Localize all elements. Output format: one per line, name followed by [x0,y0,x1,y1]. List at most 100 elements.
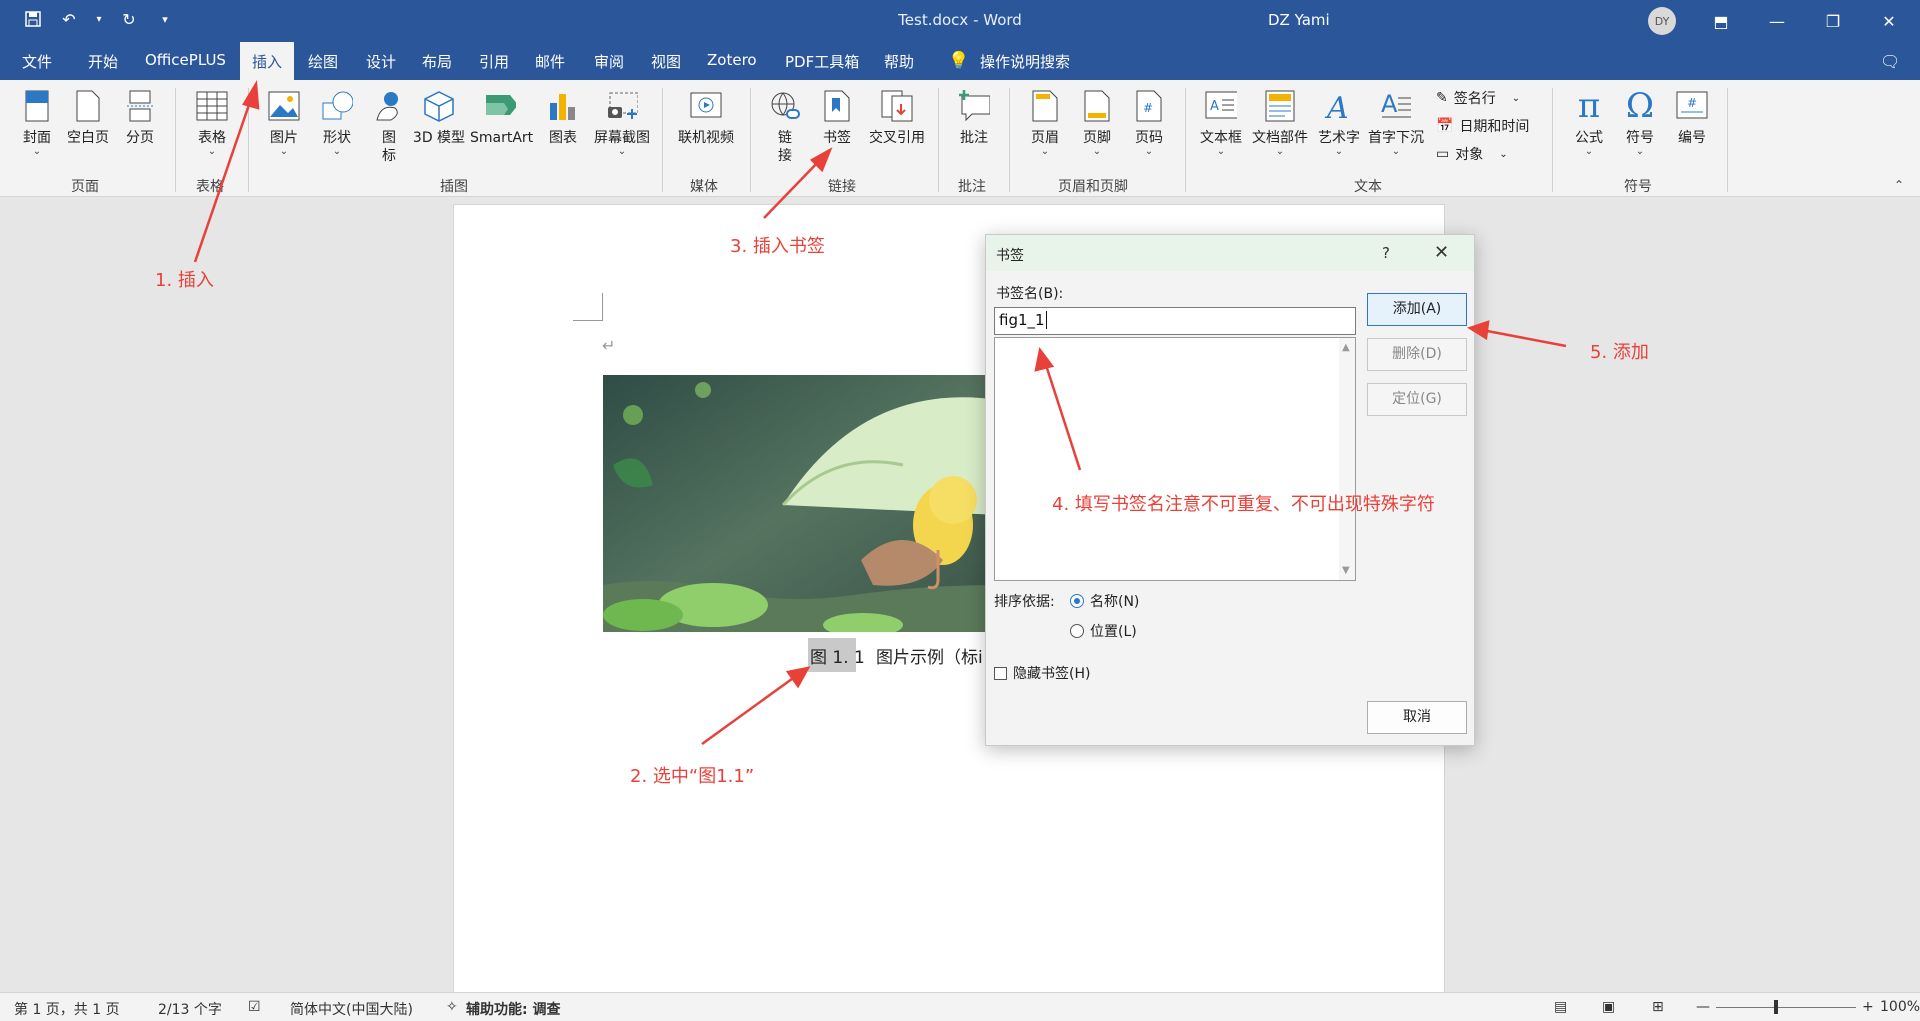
delete-button[interactable]: 删除(D) [1367,338,1467,371]
document-image[interactable] [603,375,999,632]
accessibility-status[interactable]: 辅助功能: 调查 [466,999,560,1019]
tab-zotero[interactable]: Zotero [707,51,757,69]
bookmark-name-input[interactable]: fig1_1 [994,307,1356,335]
scroll-down-icon[interactable]: ▼ [1342,565,1350,576]
tab-references[interactable]: 引用 [479,51,509,72]
group-label-symbols: 符号 [1624,179,1652,195]
avatar[interactable]: DY [1648,7,1676,35]
smartart-icon [484,86,516,126]
tab-design[interactable]: 设计 [366,51,396,72]
scroll-up-icon[interactable]: ▲ [1342,342,1350,353]
svg-text:#: # [1687,96,1697,110]
group-label-media: 媒体 [690,179,718,195]
tell-me-search[interactable]: 操作说明搜索 [980,51,1070,72]
tab-draw[interactable]: 绘图 [308,51,338,72]
quick-parts-button[interactable]: 文档部件 ⌄ [1250,86,1310,157]
goto-button[interactable]: 定位(G) [1367,383,1467,416]
chart-button[interactable]: 图表 [536,86,590,147]
tab-help[interactable]: 帮助 [884,51,914,72]
bookmark-name-label: 书签名(B): [996,286,1064,302]
sort-by-name-radio[interactable]: 名称(N) [1070,591,1139,611]
tab-pdf-toolbox[interactable]: PDF工具箱 [785,51,859,72]
add-button[interactable]: 添加(A) [1367,293,1467,326]
date-time-button[interactable]: 📅 日期和时间 [1436,116,1529,136]
sort-by-position-radio[interactable]: 位置(L) [1070,621,1137,641]
word-count[interactable]: 2/13 个字 [158,999,222,1019]
group-label-links: 链接 [828,179,856,195]
tab-view[interactable]: 视图 [651,51,681,72]
zoom-slider-thumb[interactable] [1774,1000,1778,1014]
icons-button[interactable]: 图标 [362,86,416,165]
shapes-button[interactable]: 形状 ⌄ [310,86,364,157]
link-button[interactable]: 链接 [758,86,812,165]
restore-icon[interactable]: ❐ [1818,8,1848,34]
cancel-button[interactable]: 取消 [1367,701,1467,734]
page-count[interactable]: 第 1 页，共 1 页 [14,999,120,1019]
zoom-slider[interactable] [1716,1007,1856,1008]
tab-review[interactable]: 审阅 [594,51,624,72]
smartart-button[interactable]: SmartArt [470,86,533,147]
zoom-level[interactable]: 100% [1880,999,1920,1015]
equation-button[interactable]: π 公式 ⌄ [1562,86,1616,157]
hidden-bookmarks-checkbox[interactable]: 隐藏书签(H) [994,663,1090,683]
web-layout-icon[interactable]: ⊞ [1652,999,1664,1015]
radio-unselected-icon [1070,624,1084,638]
page-break-button[interactable]: 分页 [113,86,167,147]
group-label-pages: 页面 [71,179,99,195]
svg-text:#: # [1143,101,1153,115]
blank-page-button[interactable]: 空白页 [61,86,115,147]
proofing-icon[interactable]: ☑ [248,999,261,1015]
language-status[interactable]: 简体中文(中国大陆) [290,999,413,1019]
minimize-icon[interactable]: — [1762,8,1792,34]
user-name[interactable]: DZ Yami [1268,11,1330,29]
cube-icon [423,86,455,126]
read-mode-icon[interactable]: ▤ [1554,999,1567,1015]
collapse-ribbon-icon[interactable]: ⌃ [1894,178,1904,192]
text-box-button[interactable]: A 文本框 ⌄ [1194,86,1248,157]
ribbon-display-icon[interactable]: ⬒ [1706,8,1736,34]
dialog-title-bar[interactable]: 书签 ? ✕ [986,235,1474,271]
cover-page-button[interactable]: 封面 ⌄ [10,86,64,157]
group-separator [248,88,249,192]
footer-button[interactable]: 页脚 ⌄ [1070,86,1124,157]
header-button[interactable]: 页眉 ⌄ [1018,86,1072,157]
object-button[interactable]: ▭ 对象 ⌄ [1436,144,1508,164]
tab-mailings[interactable]: 邮件 [535,51,565,72]
zoom-out-icon[interactable]: — [1696,999,1710,1015]
picture-button[interactable]: 图片 ⌄ [257,86,311,157]
close-icon[interactable]: ✕ [1434,242,1449,263]
tab-home[interactable]: 开始 [88,51,118,72]
tab-file[interactable]: 文件 [22,51,52,72]
symbol-button[interactable]: Ω 符号 ⌄ [1613,86,1667,157]
globe-link-icon [769,86,801,126]
margin-marker [573,293,603,321]
bookmark-button[interactable]: 书签 [810,86,864,147]
print-layout-icon[interactable]: ▣ [1602,999,1615,1015]
accessibility-icon[interactable]: ✧ [446,999,458,1015]
new-comment-button[interactable]: 批注 [947,86,1001,147]
drop-cap-icon: A [1380,86,1412,126]
3d-model-button[interactable]: 3D 模型 [412,86,466,147]
tab-insert[interactable]: 插入 [240,42,295,80]
drop-cap-button[interactable]: A 首字下沉 ⌄ [1366,86,1426,157]
table-button[interactable]: 表格 ⌄ [185,86,239,157]
caption-text[interactable]: 图片示例（标i [876,643,983,668]
tab-officeplus[interactable]: OfficePLUS [145,51,226,69]
list-scrollbar[interactable]: ▲ ▼ [1339,338,1355,580]
calendar-icon: 📅 [1436,118,1454,134]
signature-line-button[interactable]: ✎ 签名行 ⌄ [1436,88,1520,108]
caption-label[interactable]: 图 1. 1 [810,643,865,668]
comments-icon[interactable]: 🗨 [1880,52,1900,71]
online-video-button[interactable]: 联机视频 [672,86,740,147]
cross-reference-button[interactable]: 交叉引用 [864,86,930,147]
wordart-button[interactable]: A 艺术字 ⌄ [1312,86,1366,157]
tab-layout[interactable]: 布局 [422,51,452,72]
close-icon[interactable]: ✕ [1874,8,1904,34]
numbering-button[interactable]: # 编号 [1665,86,1719,147]
screenshot-button[interactable]: 屏幕截图 ⌄ [590,86,654,157]
page-number-button[interactable]: # 页码 ⌄ [1122,86,1176,157]
bookmark-list[interactable]: ▲ ▼ [994,337,1356,581]
help-icon[interactable]: ? [1382,244,1390,262]
icons-icon [373,86,405,126]
zoom-in-icon[interactable]: + [1862,999,1874,1015]
